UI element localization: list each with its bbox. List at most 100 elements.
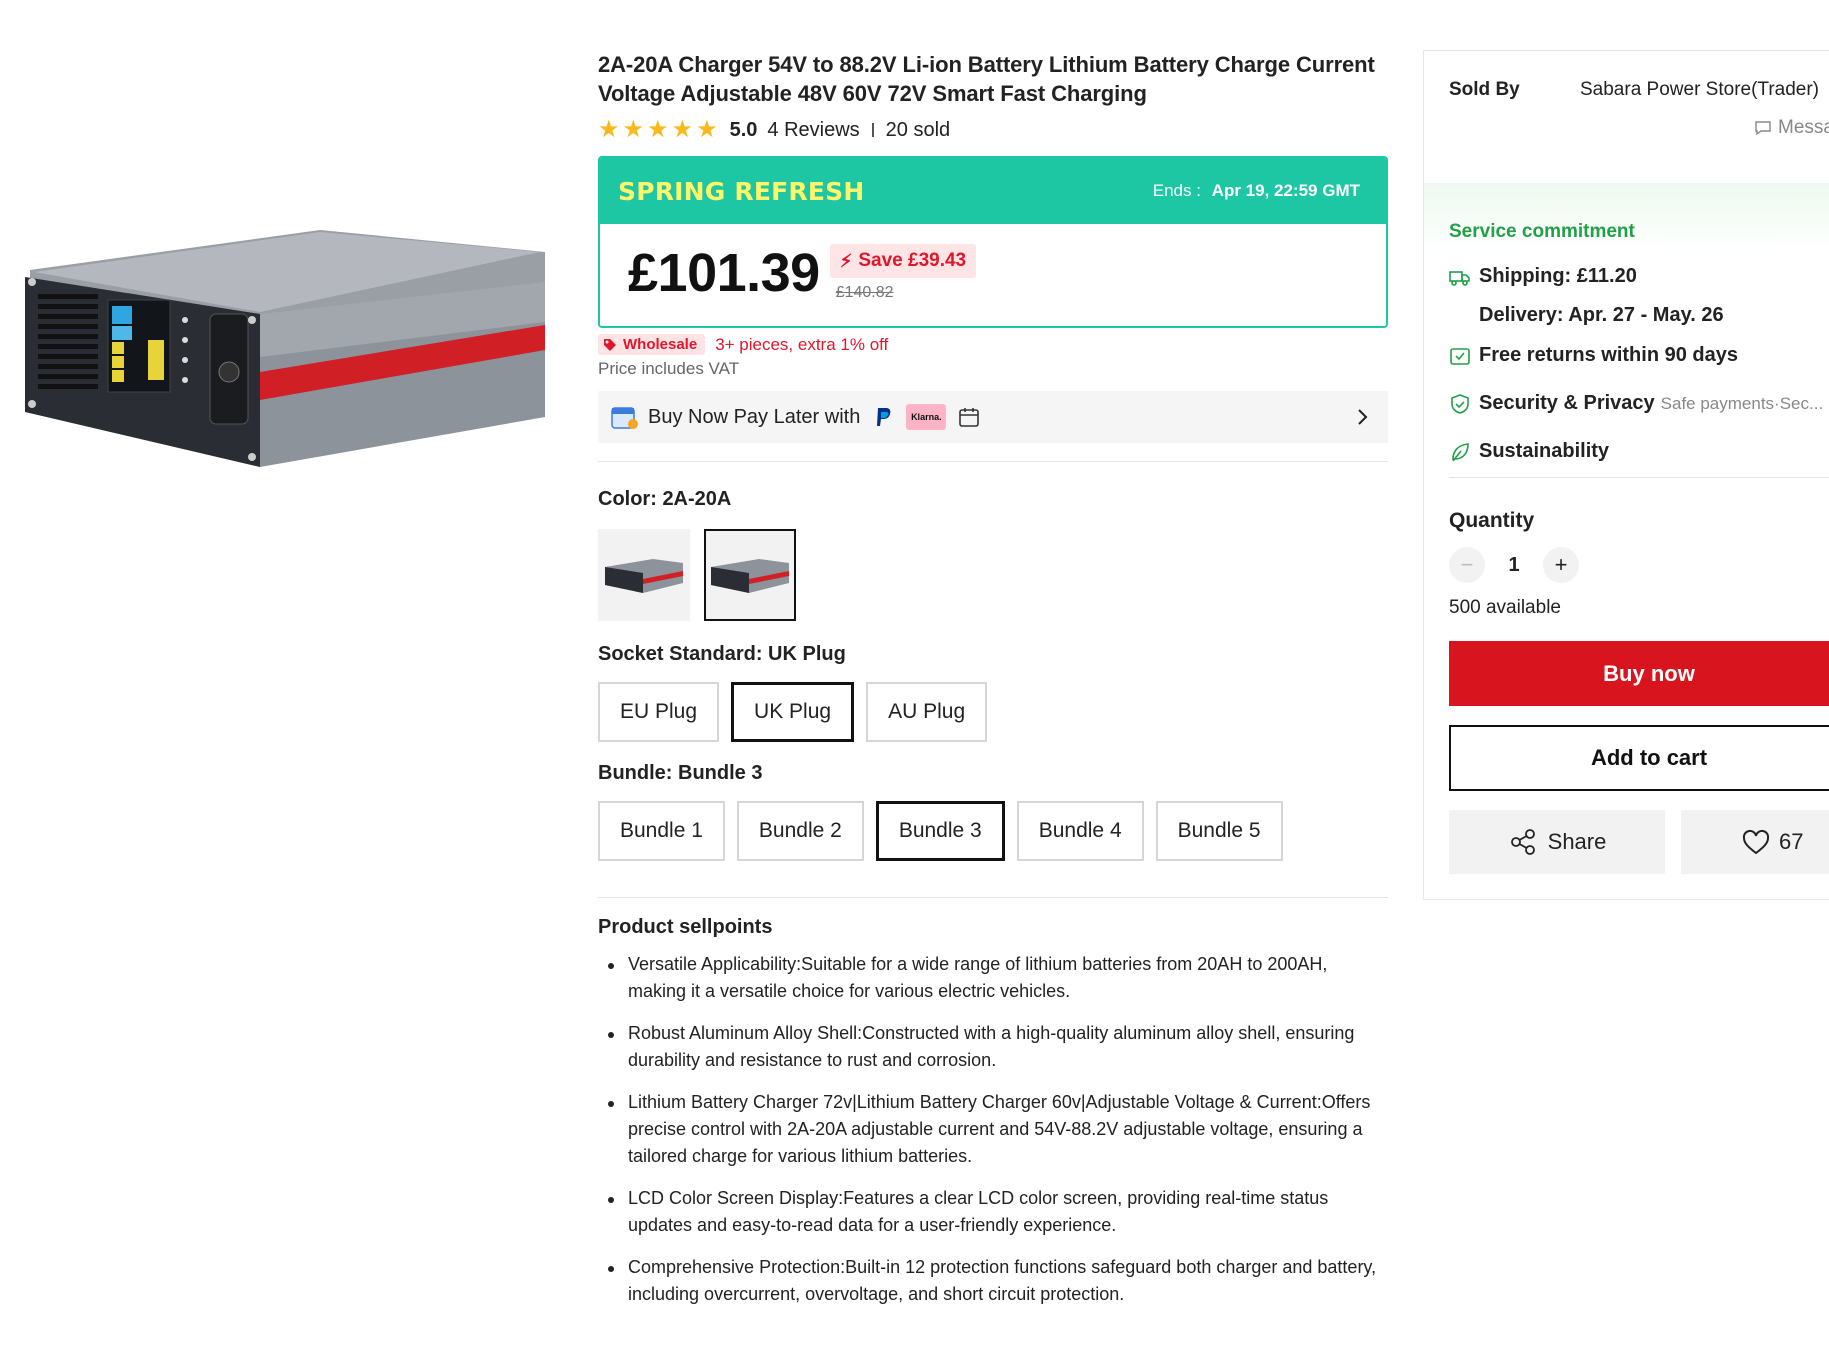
share-label: Share [1547,829,1607,854]
delivery-text: Delivery: Apr. 27 - May. 26 [1479,304,1724,326]
socket-option-au[interactable]: AU Plug [866,682,988,742]
message-seller-button[interactable]: Message [1754,117,1829,139]
quantity-input[interactable]: 1 [1485,554,1543,577]
sold-by-label: Sold By [1449,79,1520,100]
bundle-option-3[interactable]: Bundle 3 [875,801,1005,861]
pay-later-row[interactable]: Buy Now Pay Later with Klarna. [598,391,1388,443]
shipping-value: £11.20 [1576,265,1637,287]
bundle-option-2[interactable]: Bundle 2 [736,801,864,861]
bundle-label: Bundle: Bundle 3 [598,762,1388,785]
star-icon: ★ [647,116,669,143]
message-label: Message [1778,117,1829,138]
color-label-text: Color: [598,488,663,510]
star-icon: ★ [598,116,620,143]
star-icon: ★ [671,116,694,143]
purchase-panel: Sold By Sabara Power Store(Trader) Messa… [1423,50,1829,900]
shipping-row[interactable]: Shipping: £11.20 [1449,265,1637,288]
socket-options: EU Plug UK Plug AU Plug [598,682,1388,742]
sold-count: 20 sold [885,118,951,141]
security-text: Security & Privacy [1479,392,1655,414]
promo-ends-label: Ends : [1152,181,1201,200]
decrement-button[interactable]: − [1449,547,1485,583]
color-swatch-1[interactable] [598,529,690,621]
shipping-label: Shipping: [1479,265,1572,287]
seller-row: Sold By Sabara Power Store(Trader) [1424,51,1829,101]
wishlist-count: 67 [1779,829,1804,854]
increment-button[interactable]: + [1543,547,1579,583]
lightning-icon: ⚡︎ [839,250,853,271]
product-info: 2A-20A Charger 54V to 88.2V Li-ion Batte… [598,50,1388,1323]
price-block: £101.39 ⚡︎ Save £39.43 £140.82 [600,224,1386,326]
color-swatches [598,529,1388,621]
quantity-label: Quantity [1449,509,1535,532]
promo-box: SPRING REFRESH Ends : Apr 19, 22:59 GMT … [598,156,1388,328]
save-badge: ⚡︎ Save £39.43 [829,244,977,278]
sustainability-row[interactable]: Sustainability [1449,440,1609,463]
socket-label: Socket Standard: UK Plug [598,643,1388,666]
socket-label-text: Socket Standard: [598,643,769,665]
quantity-stepper: − 1 + [1449,547,1579,583]
share-button[interactable]: Share [1449,810,1665,874]
divider [871,123,874,137]
vat-note: Price includes VAT [598,359,740,378]
share-icon [1510,829,1535,855]
promo-ends-value: Apr 19, 22:59 GMT [1211,181,1360,200]
bundle-value: Bundle 3 [678,762,763,784]
bundle-options: Bundle 1 Bundle 2 Bundle 3 Bundle 4 Bund… [598,801,1388,861]
price: £101.39 [628,243,820,303]
promo-countdown: Ends : Apr 19, 22:59 GMT [1153,181,1360,201]
sellpoints-title: Product sellpoints [598,916,773,938]
product-title: 2A-20A Charger 54V to 88.2V Li-ion Batte… [598,52,1375,106]
heart-icon [1742,829,1770,855]
socket-option-uk[interactable]: UK Plug [731,682,855,742]
service-title: Service commitment [1449,221,1635,242]
wholesale-label: Wholesale [623,336,698,353]
klarna-icon: Klarna. [906,404,947,430]
bundle-label-text: Bundle: [598,762,678,784]
rating-stars: ★ ★ ★ ★ ★ [598,118,718,142]
seller-link[interactable]: Sabara Power Store(Trader) [1580,79,1819,101]
color-label: Color: 2A-20A [598,488,1388,511]
reviews-link[interactable]: 4 Reviews [767,119,859,142]
chevron-right-icon[interactable] [1356,405,1370,429]
sellpoint-item: Robust Aluminum Alloy Shell:Constructed … [598,1020,1388,1074]
wholesale-note: 3+ pieces, extra 1% off [715,334,889,354]
message-icon [1755,121,1771,136]
delivery-row: Delivery: Apr. 27 - May. 26 [1479,304,1724,327]
swatch-thumbnail [605,559,683,593]
sellpoint-item: Lithium Battery Charger 72v|Lithium Batt… [598,1089,1388,1170]
truck-icon [1449,270,1470,286]
returns-text: Free returns within 90 days [1479,344,1738,366]
bundle-option-4[interactable]: Bundle 4 [1016,801,1144,861]
color-swatch-2[interactable] [704,529,796,621]
calendar-icon [611,407,638,429]
wishlist-button[interactable]: 67 [1681,810,1829,874]
divider [598,461,1388,462]
installment-calendar-icon [959,408,980,427]
bundle-option-5[interactable]: Bundle 5 [1155,801,1283,861]
star-icon: ★ [696,116,718,143]
returns-row[interactable]: Free returns within 90 days [1449,344,1738,367]
rating-row[interactable]: ★ ★ ★ ★ ★ 5.0 4 Reviews 20 sold [598,118,1388,142]
sellpoint-item: Comprehensive Protection:Built-in 12 pro… [598,1254,1388,1308]
paypal-icon [877,408,891,426]
sellpoint-item: Versatile Applicability:Suitable for a w… [598,951,1388,1005]
socket-value: UK Plug [768,643,846,665]
add-to-cart-button[interactable]: Add to cart [1449,725,1829,791]
security-subtext: Safe payments·Sec... [1660,393,1824,413]
security-row[interactable]: Security & Privacy Safe payments·Sec... [1449,392,1823,415]
promo-name: SPRING REFRESH [618,176,865,206]
bundle-option-1[interactable]: Bundle 1 [598,801,725,861]
divider [1449,477,1829,478]
socket-option-eu[interactable]: EU Plug [598,682,720,742]
star-icon: ★ [622,116,645,143]
leaf-icon [1452,442,1469,461]
promo-header: SPRING REFRESH Ends : Apr 19, 22:59 GMT [600,158,1386,224]
divider [598,897,1388,898]
product-image[interactable] [20,222,545,467]
wholesale-row: Wholesale 3+ pieces, extra 1% off [598,334,1388,355]
original-price: £140.82 [835,284,894,301]
wholesale-tag: Wholesale [598,334,706,355]
buy-now-button[interactable]: Buy now [1449,641,1829,706]
sellpoint-item: LCD Color Screen Display:Features a clea… [598,1185,1388,1239]
